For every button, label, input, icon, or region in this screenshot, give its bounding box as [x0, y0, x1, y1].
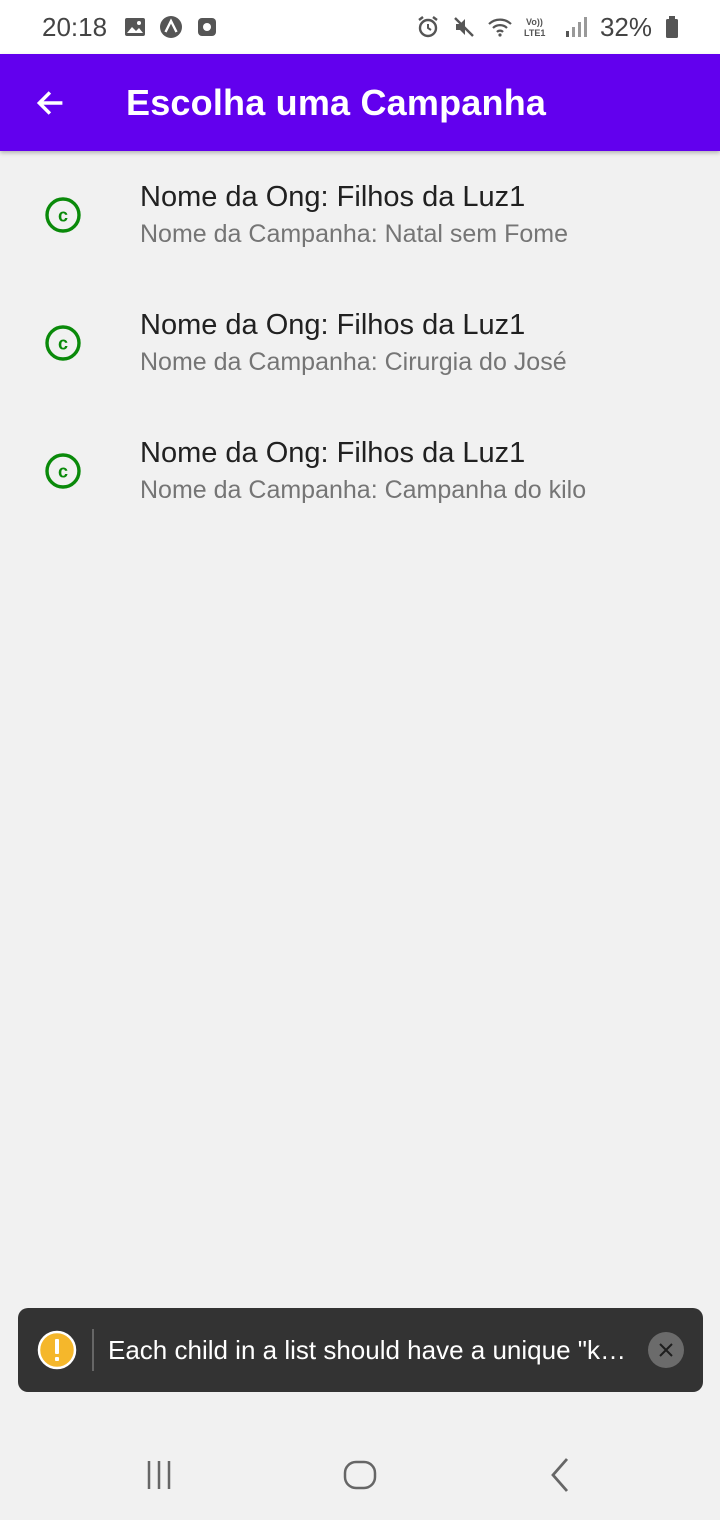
- campaign-list: c Nome da Ong: Filhos da Luz1 Nome da Ca…: [0, 151, 720, 535]
- status-left: 20:18: [42, 12, 219, 43]
- list-item[interactable]: c Nome da Ong: Filhos da Luz1 Nome da Ca…: [0, 407, 720, 535]
- battery-percent: 32%: [599, 11, 652, 42]
- back-icon: [551, 1458, 569, 1492]
- warning-icon: [37, 1330, 77, 1370]
- mute-icon: [454, 17, 474, 37]
- back-button[interactable]: [20, 73, 80, 133]
- page-title: Escolha uma Campanha: [126, 81, 547, 123]
- svg-text:LTE1: LTE1: [524, 28, 545, 38]
- campaign-name: Nome da Campanha: Cirurgia do José: [140, 348, 567, 376]
- copyright-icon: c: [45, 325, 81, 361]
- svg-text:c: c: [58, 206, 68, 226]
- campaign-name: Nome da Campanha: Campanha do kilo: [140, 476, 587, 504]
- list-item[interactable]: c Nome da Ong: Filhos da Luz1 Nome da Ca…: [0, 279, 720, 407]
- status-time: 20:18: [42, 11, 108, 42]
- close-icon: [659, 1343, 673, 1357]
- recents-button[interactable]: [120, 1445, 200, 1505]
- list-item-text: Nome da Ong: Filhos da Luz1 Nome da Camp…: [140, 179, 568, 251]
- list-item-text: Nome da Ong: Filhos da Luz1 Nome da Camp…: [140, 307, 567, 379]
- app-bar: Escolha uma Campanha: [0, 54, 720, 151]
- wifi-icon: [488, 18, 512, 37]
- recents-icon: [147, 1461, 171, 1489]
- home-icon: [343, 1460, 377, 1490]
- battery-icon: [666, 16, 678, 38]
- home-button[interactable]: [320, 1445, 400, 1505]
- ong-name: Nome da Ong: Filhos da Luz1: [140, 181, 526, 213]
- volte-icon: Vo))LTE1: [524, 17, 545, 38]
- copyright-icon: c: [45, 197, 81, 233]
- ong-name: Nome da Ong: Filhos da Luz1: [140, 437, 526, 469]
- list-item-text: Nome da Ong: Filhos da Luz1 Nome da Camp…: [140, 435, 586, 507]
- arrow-left-icon: [36, 90, 63, 115]
- nav-back-button[interactable]: [520, 1445, 600, 1505]
- svg-text:c: c: [58, 462, 68, 482]
- status-right: Vo)) LTE1 32%: [416, 12, 680, 43]
- toast-divider: [92, 1329, 94, 1371]
- ong-name: Nome da Ong: Filhos da Luz1: [140, 309, 526, 341]
- list-item[interactable]: c Nome da Ong: Filhos da Luz1 Nome da Ca…: [0, 151, 720, 279]
- svg-text:Vo)): Vo)): [526, 17, 543, 27]
- toast-message: Each child in a list should have a uniqu…: [108, 1334, 626, 1365]
- warning-toast[interactable]: Each child in a list should have a uniqu…: [18, 1308, 703, 1392]
- record-icon: [198, 18, 217, 36]
- system-nav-bar: [0, 1430, 720, 1520]
- copyright-icon: c: [45, 453, 81, 489]
- expo-icon: [160, 16, 183, 38]
- status-bar: 20:18 Vo)) LTE1 32%: [0, 0, 720, 54]
- image-icon: [125, 18, 146, 36]
- svg-text:c: c: [58, 334, 68, 354]
- signal-icon: [565, 17, 587, 37]
- toast-close-button[interactable]: [648, 1332, 684, 1368]
- alarm-icon: [418, 16, 438, 38]
- campaign-name: Nome da Campanha: Natal sem Fome: [140, 220, 568, 248]
